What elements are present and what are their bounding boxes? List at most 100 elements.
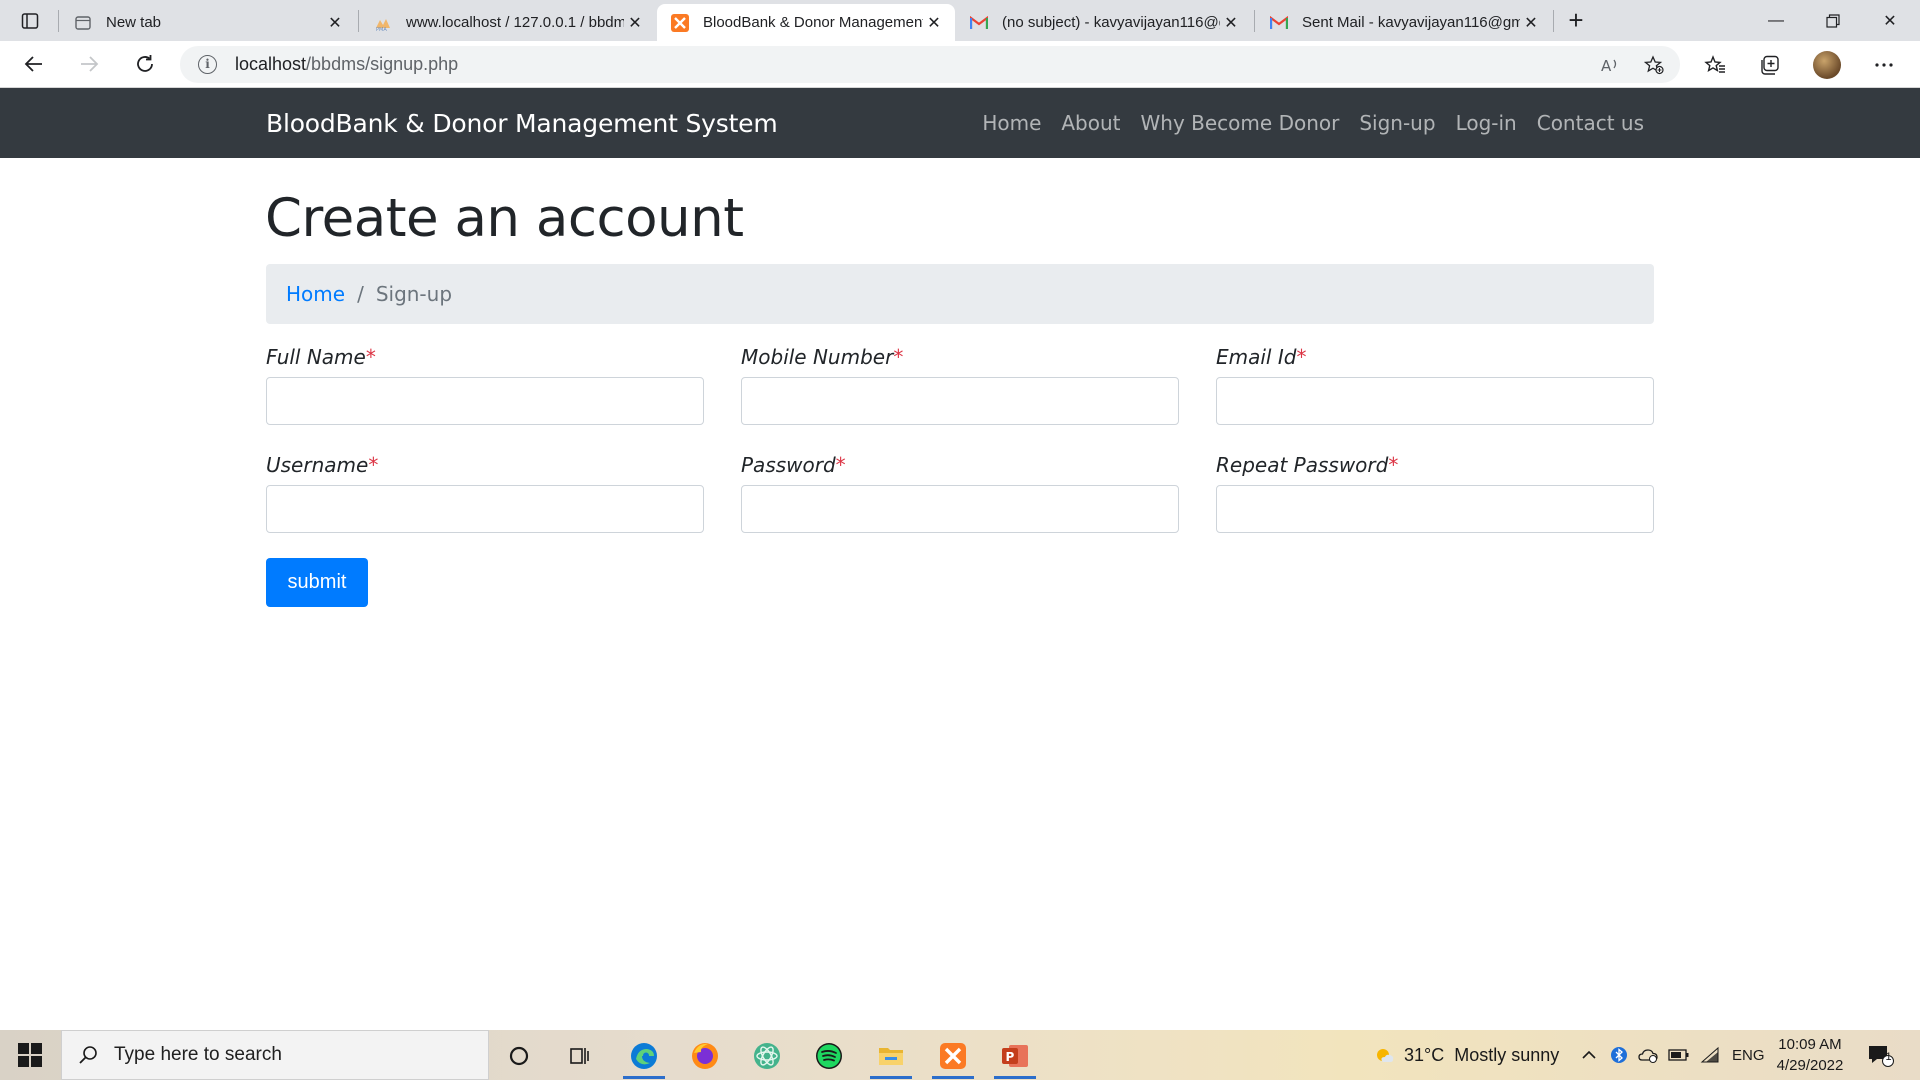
favorites-icon[interactable] xyxy=(1701,52,1729,78)
task-view-icon[interactable] xyxy=(555,1035,605,1077)
password-label: Password* xyxy=(741,453,1179,481)
clock-date: 4/29/2022 xyxy=(1776,1057,1844,1074)
site-brand-link[interactable]: BloodBank & Donor Management System xyxy=(266,109,778,138)
search-placeholder: Type here to search xyxy=(114,1044,282,1065)
restore-icon[interactable] xyxy=(1805,0,1861,41)
input-language[interactable]: ENG xyxy=(1732,1030,1765,1080)
notifications-icon[interactable]: 1 xyxy=(1866,1030,1894,1080)
tab-phpmyadmin[interactable]: PMA www.localhost / 127.0.0.1 / bbdms ✕ xyxy=(360,4,656,41)
address-bar[interactable]: i localhost/bbdms/signup.php A xyxy=(180,46,1680,83)
atom-app-icon[interactable] xyxy=(742,1035,792,1077)
more-options-icon[interactable] xyxy=(1870,52,1898,78)
back-icon[interactable] xyxy=(17,49,51,79)
tab-bloodbank[interactable]: BloodBank & Donor Management System ✕ xyxy=(657,4,955,41)
windows-taskbar: Type here to search P 31°C Mostly sunny xyxy=(0,1030,1920,1080)
minimize-icon[interactable]: — xyxy=(1748,0,1804,41)
tab-title: Sent Mail - kavyavijayan116@gmail.com xyxy=(1302,14,1520,31)
edge-app-icon[interactable] xyxy=(619,1035,669,1079)
tab-separator xyxy=(58,10,59,32)
nav-link-why-become-donor[interactable]: Why Become Donor xyxy=(1141,111,1340,135)
password-input[interactable] xyxy=(741,485,1179,533)
label-text: Mobile Number xyxy=(741,345,894,369)
tab-gmail-sent[interactable]: Sent Mail - kavyavijayan116@gmail.com ✕ xyxy=(1256,4,1552,41)
tab-actions-icon[interactable] xyxy=(14,8,46,34)
label-text: Password xyxy=(741,453,836,477)
close-icon[interactable]: ✕ xyxy=(324,12,346,34)
nav-link-contact-us[interactable]: Contact us xyxy=(1537,111,1644,135)
site-nav-links: Home About Why Become Donor Sign-up Log-… xyxy=(982,111,1644,135)
username-label: Username* xyxy=(266,453,704,481)
new-tab-page-icon xyxy=(74,14,92,32)
username-group: Username* xyxy=(266,453,704,533)
email-id-label: Email Id* xyxy=(1216,345,1654,373)
close-window-icon[interactable]: ✕ xyxy=(1862,0,1918,41)
svg-text:A: A xyxy=(1601,57,1612,75)
tab-new-tab[interactable]: New tab ✕ xyxy=(60,4,356,41)
tab-gmail-no-subject[interactable]: (no subject) - kavyavijayan116@gmail.com… xyxy=(956,4,1252,41)
tab-separator xyxy=(1254,10,1255,32)
nav-link-home[interactable]: Home xyxy=(982,111,1041,135)
breadcrumb-home-link[interactable]: Home xyxy=(286,282,345,306)
forward-icon[interactable] xyxy=(72,49,106,79)
taskbar-search-box[interactable]: Type here to search xyxy=(61,1030,489,1080)
weather-sun-icon xyxy=(1372,1043,1396,1067)
spotify-app-icon[interactable] xyxy=(804,1035,854,1077)
xampp-app-icon[interactable] xyxy=(928,1035,978,1079)
close-icon[interactable]: ✕ xyxy=(1520,12,1542,34)
repeat-password-input[interactable] xyxy=(1216,485,1654,533)
email-id-input[interactable] xyxy=(1216,377,1654,425)
cortana-icon[interactable] xyxy=(494,1035,544,1077)
close-icon[interactable]: ✕ xyxy=(1220,12,1242,34)
wifi-icon[interactable] xyxy=(1700,1030,1720,1080)
bluetooth-icon[interactable] xyxy=(1610,1030,1628,1080)
breadcrumb: Home / Sign-up xyxy=(266,264,1654,324)
read-aloud-icon[interactable]: A xyxy=(1598,54,1622,76)
required-mark: * xyxy=(1296,345,1307,369)
site-info-icon[interactable]: i xyxy=(198,55,217,74)
breadcrumb-current: Sign-up xyxy=(375,282,453,306)
powerpoint-app-icon[interactable]: P xyxy=(990,1035,1040,1079)
page-title: Create an account xyxy=(265,188,744,249)
full-name-input[interactable] xyxy=(266,377,704,425)
file-explorer-app-icon[interactable] xyxy=(866,1035,916,1079)
refresh-icon[interactable] xyxy=(128,49,162,79)
search-icon xyxy=(76,1043,100,1067)
add-favorite-icon[interactable] xyxy=(1642,54,1666,76)
username-input[interactable] xyxy=(266,485,704,533)
label-text: Username xyxy=(266,453,369,477)
url-host: localhost xyxy=(235,54,307,74)
onedrive-sync-icon[interactable] xyxy=(1638,1030,1660,1080)
submit-button[interactable]: submit xyxy=(266,558,368,607)
full-name-group: Full Name* xyxy=(266,345,704,425)
tab-title: BloodBank & Donor Management System xyxy=(703,14,923,31)
browser-tab-strip: New tab ✕ PMA www.localhost / 127.0.0.1 … xyxy=(0,0,1920,41)
new-tab-button[interactable]: + xyxy=(1561,7,1591,34)
nav-link-about[interactable]: About xyxy=(1061,111,1120,135)
url-text: localhost/bbdms/signup.php xyxy=(235,54,458,75)
close-icon[interactable]: ✕ xyxy=(923,12,945,34)
label-text: Email Id xyxy=(1216,345,1297,369)
browser-toolbar: i localhost/bbdms/signup.php A xyxy=(0,41,1920,88)
full-name-label: Full Name* xyxy=(266,345,704,373)
required-mark: * xyxy=(1388,453,1399,477)
required-mark: * xyxy=(835,453,846,477)
battery-icon[interactable] xyxy=(1668,1030,1690,1080)
weather-widget[interactable]: 31°C Mostly sunny xyxy=(1372,1030,1559,1080)
nav-link-sign-up[interactable]: Sign-up xyxy=(1359,111,1435,135)
tab-separator xyxy=(358,10,359,32)
tab-title: New tab xyxy=(106,14,162,31)
weather-temperature: 31°C xyxy=(1404,1044,1445,1065)
gmail-icon xyxy=(970,14,988,32)
windows-start-icon[interactable] xyxy=(8,1042,52,1068)
firefox-app-icon[interactable] xyxy=(680,1035,730,1077)
taskbar-clock[interactable]: 10:09 AM 4/29/2022 xyxy=(1768,1034,1852,1076)
profile-avatar[interactable] xyxy=(1813,51,1841,79)
mobile-number-input[interactable] xyxy=(741,377,1179,425)
nav-link-log-in[interactable]: Log-in xyxy=(1456,111,1517,135)
show-hidden-icons-chevron-up-icon[interactable] xyxy=(1580,1030,1598,1080)
mobile-number-group: Mobile Number* xyxy=(741,345,1179,425)
close-icon[interactable]: ✕ xyxy=(624,12,646,34)
gmail-icon xyxy=(1270,14,1288,32)
breadcrumb-separator: / xyxy=(357,282,364,306)
collections-icon[interactable] xyxy=(1756,52,1784,78)
